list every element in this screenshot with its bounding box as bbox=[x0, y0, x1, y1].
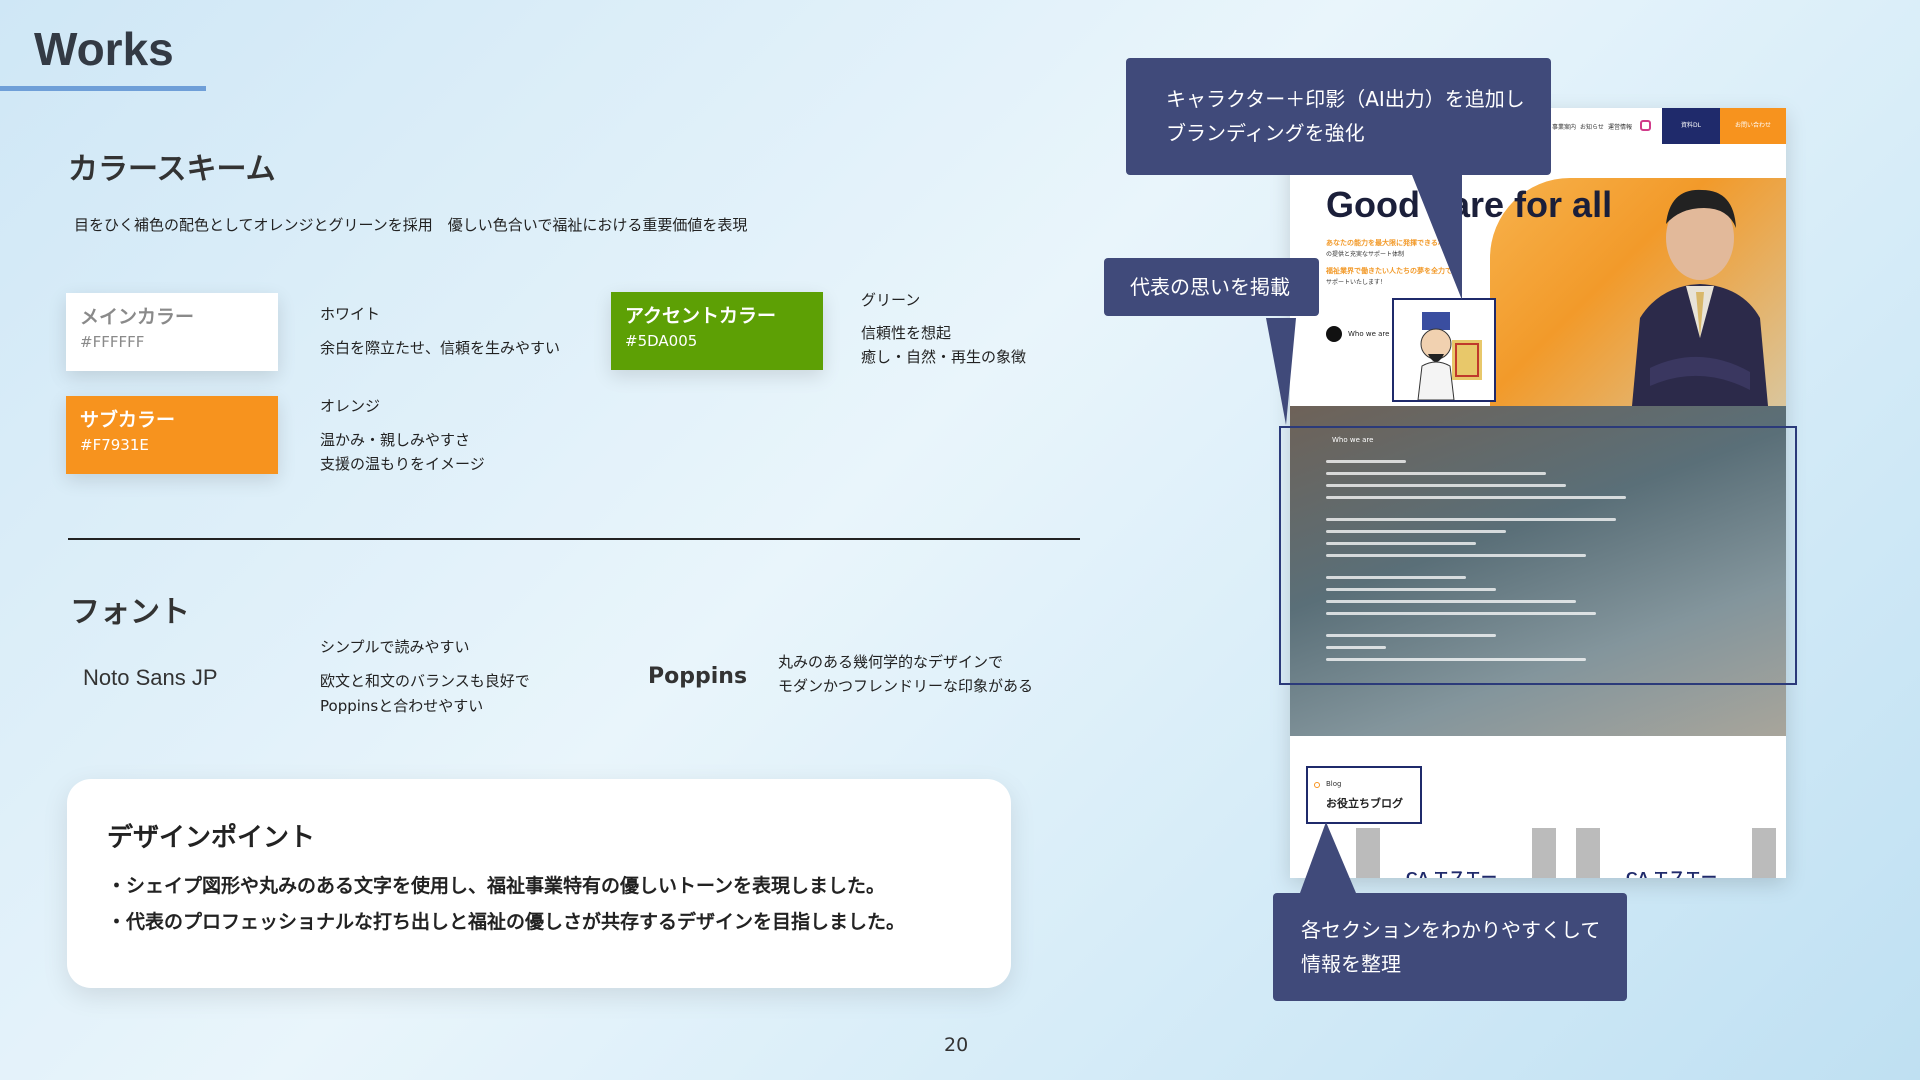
who-section-highlight bbox=[1279, 426, 1797, 685]
accent-color-desc-1: 信頼性を想起 bbox=[861, 324, 952, 342]
accent-color-hex: #5DA005 bbox=[625, 332, 698, 350]
blog-label-box: Blog お役立ちブログ bbox=[1306, 766, 1422, 824]
fonts-heading: フォント bbox=[70, 595, 190, 630]
top-callout: キャラクター＋印影（AI出力）を追加し ブランディングを強化 bbox=[1126, 58, 1551, 175]
blog-card-logo: CA エスエー bbox=[1626, 864, 1717, 878]
noto-desc-3: Poppinsと合わせやすい bbox=[320, 697, 484, 715]
blog-title: お役立ちブログ bbox=[1326, 797, 1403, 810]
sub-color-desc-2: 支援の温もりをイメージ bbox=[320, 455, 485, 473]
main-color-hex: #FFFFFF bbox=[80, 333, 145, 351]
poppins-font-sample: Poppins bbox=[648, 664, 748, 689]
section-divider bbox=[68, 538, 1080, 540]
main-color-label: ホワイト bbox=[320, 305, 381, 323]
sub-color-swatch: サブカラー #F7931E bbox=[66, 396, 278, 474]
blog-small-label: Blog bbox=[1326, 780, 1342, 788]
accent-color-desc-2: 癒し・自然・再生の象徴 bbox=[861, 348, 1027, 366]
design-point-card: デザインポイント ・シェイプ図形や丸みのある文字を使用し、福祉事業特有の優しいト… bbox=[67, 779, 1011, 988]
color-scheme-heading: カラースキーム bbox=[68, 152, 276, 187]
mockup-nav-item: 運営情報 bbox=[1608, 124, 1633, 131]
poppins-desc-1: 丸みのある幾何学的なデザインで bbox=[778, 653, 1004, 671]
representative-photo bbox=[1630, 189, 1770, 428]
bottom-callout-line-2: 情報を整理 bbox=[1301, 952, 1401, 976]
poppins-desc-2: モダンかつフレンドリーな印象がある bbox=[778, 677, 1034, 695]
character-illustration bbox=[1417, 312, 1482, 401]
mockup-contact-button: お問い合わせ bbox=[1720, 108, 1786, 144]
bottom-callout-line-1: 各セクションをわかりやすくして bbox=[1301, 918, 1601, 942]
accent-color-swatch: アクセントカラー #5DA005 bbox=[611, 292, 823, 370]
color-scheme-description: 目をひく補色の配色としてオレンジとグリーンを採用 優しい色合いで福祉における重要… bbox=[74, 216, 748, 234]
hero-subtext: あなたの能力を最大限に発揮できる場所 bbox=[1326, 239, 1452, 247]
noto-desc-1: シンプルで読みやすい bbox=[320, 638, 470, 656]
design-point-heading: デザインポイント bbox=[107, 823, 316, 853]
hero-subtext: の提供と充実なサポート体制 bbox=[1326, 251, 1405, 258]
who-we-are-link: Who we are bbox=[1348, 330, 1390, 338]
blog-card: CA エスエー bbox=[1576, 828, 1776, 878]
left-callout-text: 代表の思いを掲載 bbox=[1130, 275, 1290, 299]
sub-color-desc-1: 温かみ・親しみやすさ bbox=[320, 431, 471, 449]
design-point-line-1: ・シェイプ図形や丸みのある文字を使用し、福祉事業特有の優しいトーンを表現しました… bbox=[107, 875, 886, 897]
title-underline bbox=[0, 86, 206, 91]
noto-desc-2: 欧文と和文のバランスも良好で bbox=[320, 672, 530, 690]
instagram-icon bbox=[1640, 120, 1651, 131]
hero-subtext: サポートいたします！ bbox=[1326, 279, 1387, 286]
accent-color-label: グリーン bbox=[861, 291, 921, 309]
mockup-nav-item: お知らせ bbox=[1580, 124, 1604, 131]
blog-card: CA エスエー bbox=[1356, 828, 1556, 878]
hero-headline: Good care for all bbox=[1326, 184, 1613, 225]
character-seal-box bbox=[1392, 298, 1496, 402]
blog-card-logo: CA エスエー bbox=[1406, 864, 1497, 878]
mockup-nav-item: 事業案内 bbox=[1552, 124, 1577, 131]
bullet-icon bbox=[1314, 782, 1320, 788]
noto-font-sample: Noto Sans JP bbox=[83, 665, 218, 690]
hero-subtext: 福祉業界で働きたい人たちの夢を全力で bbox=[1326, 267, 1452, 275]
top-callout-line-2: ブランディングを強化 bbox=[1166, 121, 1365, 145]
page-title: Works bbox=[34, 23, 174, 75]
top-callout-line-1: キャラクター＋印影（AI出力）を追加し bbox=[1166, 87, 1525, 111]
sub-color-name: サブカラー bbox=[80, 409, 176, 431]
left-callout: 代表の思いを掲載 bbox=[1104, 258, 1319, 316]
mockup-download-button: 資料DL bbox=[1662, 108, 1720, 144]
play-icon bbox=[1326, 326, 1342, 342]
sub-color-label: オレンジ bbox=[320, 397, 381, 415]
bottom-callout: 各セクションをわかりやすくして 情報を整理 bbox=[1273, 893, 1627, 1001]
design-point-line-2: ・代表のプロフェッショナルな打ち出しと福祉の優しさが共存するデザインを目指しまし… bbox=[107, 911, 906, 933]
main-color-swatch: メインカラー #FFFFFF bbox=[66, 293, 278, 371]
main-color-desc: 余白を際立たせ、信頼を生みやすい bbox=[320, 339, 561, 357]
page-number: 20 bbox=[944, 1034, 969, 1056]
sub-color-hex: #F7931E bbox=[80, 436, 149, 454]
main-color-name: メインカラー bbox=[80, 306, 195, 328]
accent-color-name: アクセントカラー bbox=[625, 305, 777, 327]
